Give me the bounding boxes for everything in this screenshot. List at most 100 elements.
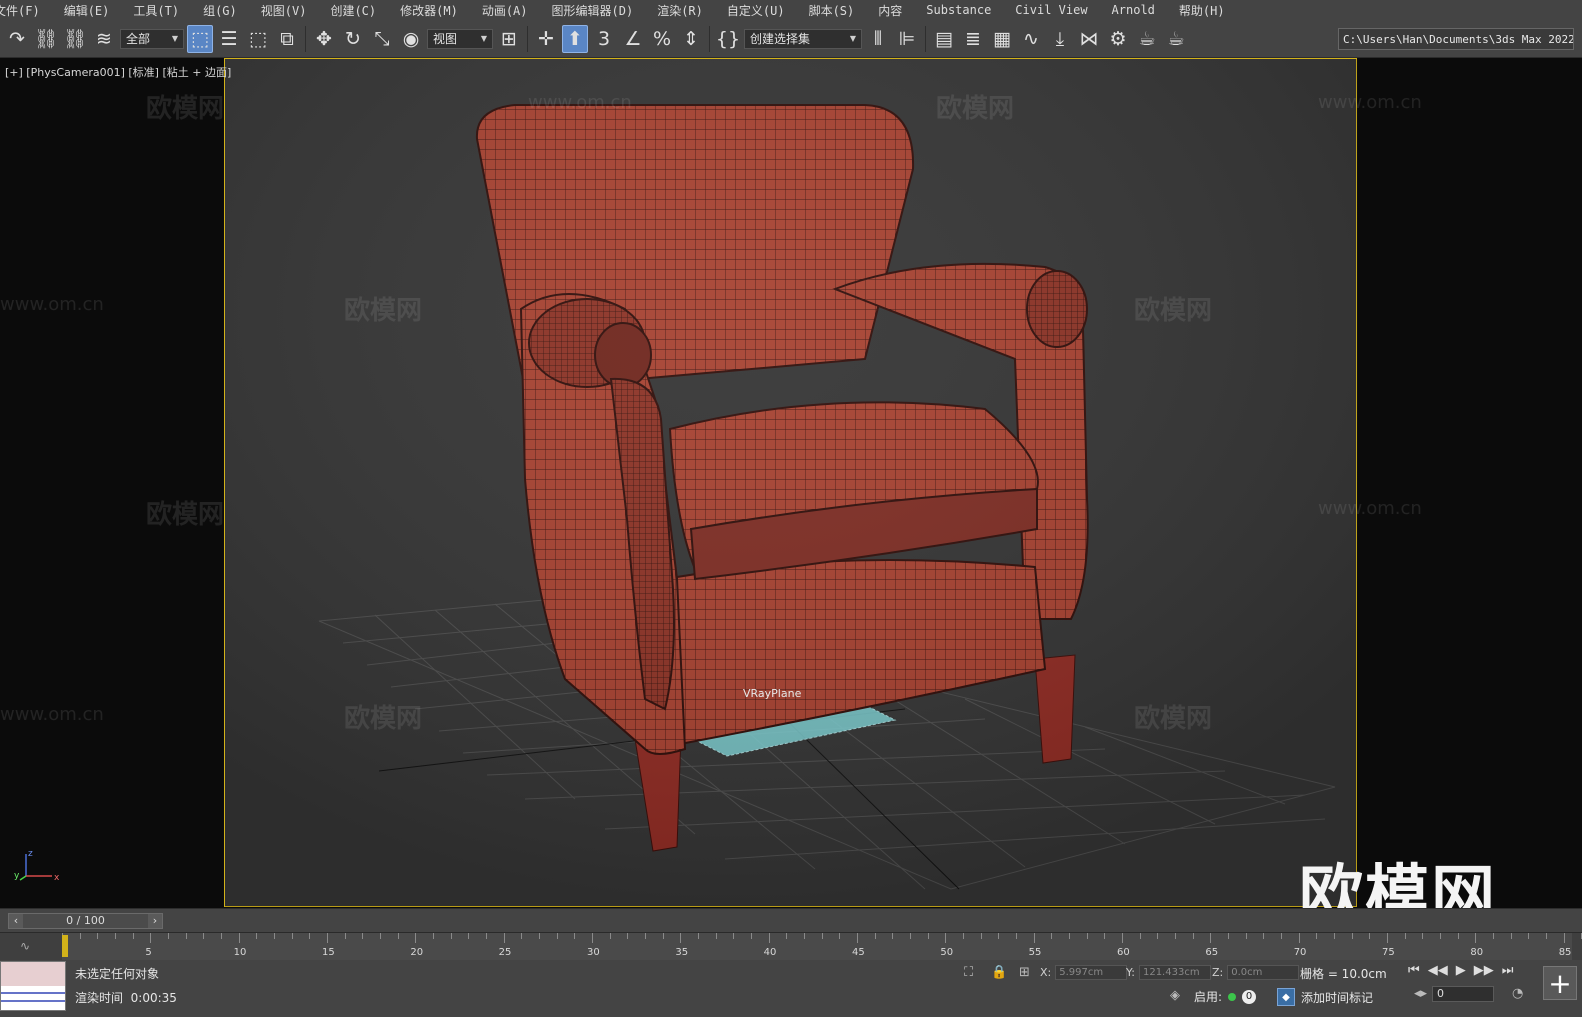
move-icon[interactable]: ✥: [311, 25, 337, 53]
enable-status: 启用: 0: [1194, 988, 1257, 1005]
isolate-selection-icon[interactable]: ⛶: [964, 965, 973, 980]
x-coordinate[interactable]: X: 5.997cm: [1040, 965, 1128, 980]
x-field[interactable]: 5.997cm: [1055, 965, 1128, 980]
z-label: Z:: [1212, 966, 1224, 979]
menu-graph-editors[interactable]: 图形编辑器(D): [552, 2, 634, 19]
previous-frame-icon[interactable]: ◀◀: [1428, 963, 1448, 978]
track-bar[interactable]: ∿ 5 10 15 20 25 30 35 40 45 50 55 60 65 70 75 80 85: [0, 932, 1582, 961]
project-path-field[interactable]: C:\Users\Han\Documents\3ds Max 2022▼: [1338, 28, 1574, 50]
viewport-label[interactable]: [+] [PhysCamera001] [标准] [粘土 + 边面]: [5, 64, 231, 80]
menu-create[interactable]: 创建(C): [330, 2, 376, 19]
align-icon[interactable]: ⊫: [894, 25, 920, 53]
z-coordinate[interactable]: Z: 0.0cm: [1212, 965, 1300, 980]
timeline-tick: [715, 933, 717, 939]
select-object-icon[interactable]: ⬚: [187, 24, 213, 53]
viewport[interactable]: [+] [PhysCamera001] [标准] [粘土 + 边面] VRayP…: [0, 58, 1582, 908]
next-frame-icon[interactable]: ▶▶: [1474, 963, 1494, 978]
timeline-tick: [627, 933, 629, 939]
key-mode-icon[interactable]: ◂▸: [1414, 986, 1427, 1001]
window-crossing-icon[interactable]: ⧉: [274, 25, 300, 53]
select-by-name-icon[interactable]: ☰: [216, 25, 242, 53]
menu-help[interactable]: 帮助(H): [1179, 2, 1225, 19]
timeline-tick: [168, 933, 169, 939]
render-time-label: 渲染时间: [75, 991, 124, 1005]
timeline-tick: [486, 933, 487, 939]
timeline-tick: [1033, 933, 1035, 943]
menu-customize[interactable]: 自定义(U): [727, 2, 785, 19]
track-ruler[interactable]: 5 10 15 20 25 30 35 40 45 50 55 60 65 70 75 80 85: [62, 933, 1582, 961]
menu-tools[interactable]: 工具(T): [133, 2, 179, 19]
timeline-tick: [1404, 933, 1406, 939]
adaptive-degradation-icon[interactable]: ◈: [1170, 988, 1180, 1003]
menu-substance[interactable]: Substance: [926, 3, 991, 17]
menu-scripting[interactable]: 脚本(S): [809, 2, 855, 19]
menu-content[interactable]: 内容: [878, 2, 902, 19]
timeline-tick: [1510, 933, 1512, 939]
menu-views[interactable]: 视图(V): [261, 2, 307, 19]
chevron-right-icon[interactable]: ›: [148, 914, 162, 928]
play-icon[interactable]: ▶: [1456, 963, 1466, 978]
snaps-toggle-icon[interactable]: 3: [591, 25, 617, 53]
add-viewport-button[interactable]: +: [1543, 966, 1577, 1000]
curve-editor-icon[interactable]: ∿: [1018, 25, 1044, 53]
material-editor-icon[interactable]: ⚙: [1105, 25, 1131, 53]
watermark-text: 欧模网: [1134, 296, 1213, 326]
absolute-mode-icon[interactable]: ⊞: [1019, 965, 1030, 980]
menu-group[interactable]: 组(G): [203, 2, 237, 19]
go-to-end-icon[interactable]: ⏭: [1502, 963, 1514, 978]
keyboard-shortcut-override-icon[interactable]: ⬆: [562, 24, 588, 53]
lock-selection-icon[interactable]: 🔒: [991, 965, 1007, 980]
current-time-marker[interactable]: [62, 935, 68, 957]
curve-editor-mini-icon[interactable]: ∿: [20, 939, 30, 953]
link-icon[interactable]: ⛓: [33, 25, 59, 53]
menu-arnold[interactable]: Arnold: [1112, 3, 1155, 17]
menu-animation[interactable]: 动画(A): [482, 2, 528, 19]
bind-space-warp-icon[interactable]: ≋: [91, 25, 117, 53]
ribbon-toggle-icon[interactable]: ▦: [989, 25, 1015, 53]
timeline-tick: [327, 933, 328, 943]
menu-civil-view[interactable]: Civil View: [1015, 3, 1087, 17]
rotate-icon[interactable]: ↻: [340, 25, 366, 53]
time-config-icon[interactable]: ◔: [1512, 986, 1523, 1001]
menu-edit[interactable]: 编辑(E): [64, 2, 110, 19]
scene-explorer-icon[interactable]: ▤: [931, 25, 957, 53]
dope-sheet-icon[interactable]: ⤓: [1047, 25, 1073, 53]
angle-snap-icon[interactable]: ∠: [620, 25, 646, 53]
watermark-text: 欧模网: [146, 94, 225, 124]
reference-coordinate-dropdown[interactable]: 视图 ▼: [427, 28, 493, 49]
time-slider-value[interactable]: 0 / 100: [23, 914, 148, 928]
maxscript-listener-mini[interactable]: [0, 961, 66, 1011]
menu-file[interactable]: 文件(F): [0, 2, 40, 19]
y-field[interactable]: 121.433cm: [1138, 965, 1211, 980]
add-time-tag[interactable]: ◆ 添加时间标记: [1277, 988, 1373, 1006]
z-field[interactable]: 0.0cm: [1227, 965, 1300, 980]
toolbar-divider: [527, 25, 528, 52]
unlink-icon[interactable]: ⛓: [62, 25, 88, 53]
edit-named-selection-icon[interactable]: {}: [715, 25, 741, 53]
chevron-left-icon[interactable]: ‹: [9, 914, 23, 928]
layer-explorer-icon[interactable]: ≣: [960, 25, 986, 53]
timeline-tick-label: 10: [233, 947, 247, 958]
schematic-view-icon[interactable]: ⋈: [1076, 25, 1102, 53]
render-production-icon[interactable]: ☕: [1163, 25, 1189, 53]
scale-icon[interactable]: ⤡: [369, 25, 395, 53]
selection-filter-dropdown[interactable]: 全部 ▼: [120, 28, 184, 49]
named-selection-dropdown[interactable]: 创建选择集 ▼: [744, 28, 862, 49]
menu-rendering[interactable]: 渲染(R): [657, 2, 703, 19]
render-setup-icon[interactable]: ☕: [1134, 25, 1160, 53]
y-coordinate[interactable]: Y: 121.433cm: [1126, 965, 1211, 980]
place-icon[interactable]: ◉: [398, 25, 424, 53]
rectangular-selection-icon[interactable]: ⬚: [245, 25, 271, 53]
current-frame-field[interactable]: 0: [1432, 986, 1494, 1002]
select-manipulate-icon[interactable]: ✛: [533, 25, 559, 53]
spinner-snap-icon[interactable]: ⇕: [678, 25, 704, 53]
percent-snap-icon[interactable]: %: [649, 25, 675, 53]
render-time-status: 渲染时间 0:00:35: [75, 989, 177, 1006]
mirror-icon[interactable]: ⫴: [865, 25, 891, 53]
timeline-tick: [1210, 933, 1212, 943]
go-to-start-icon[interactable]: ⏮: [1408, 963, 1420, 978]
time-slider[interactable]: ‹ 0 / 100 ›: [8, 913, 163, 929]
pivot-center-icon[interactable]: ⊞: [496, 25, 522, 53]
menu-modifiers[interactable]: 修改器(M): [400, 2, 458, 19]
redo-icon[interactable]: ↷: [4, 25, 30, 53]
